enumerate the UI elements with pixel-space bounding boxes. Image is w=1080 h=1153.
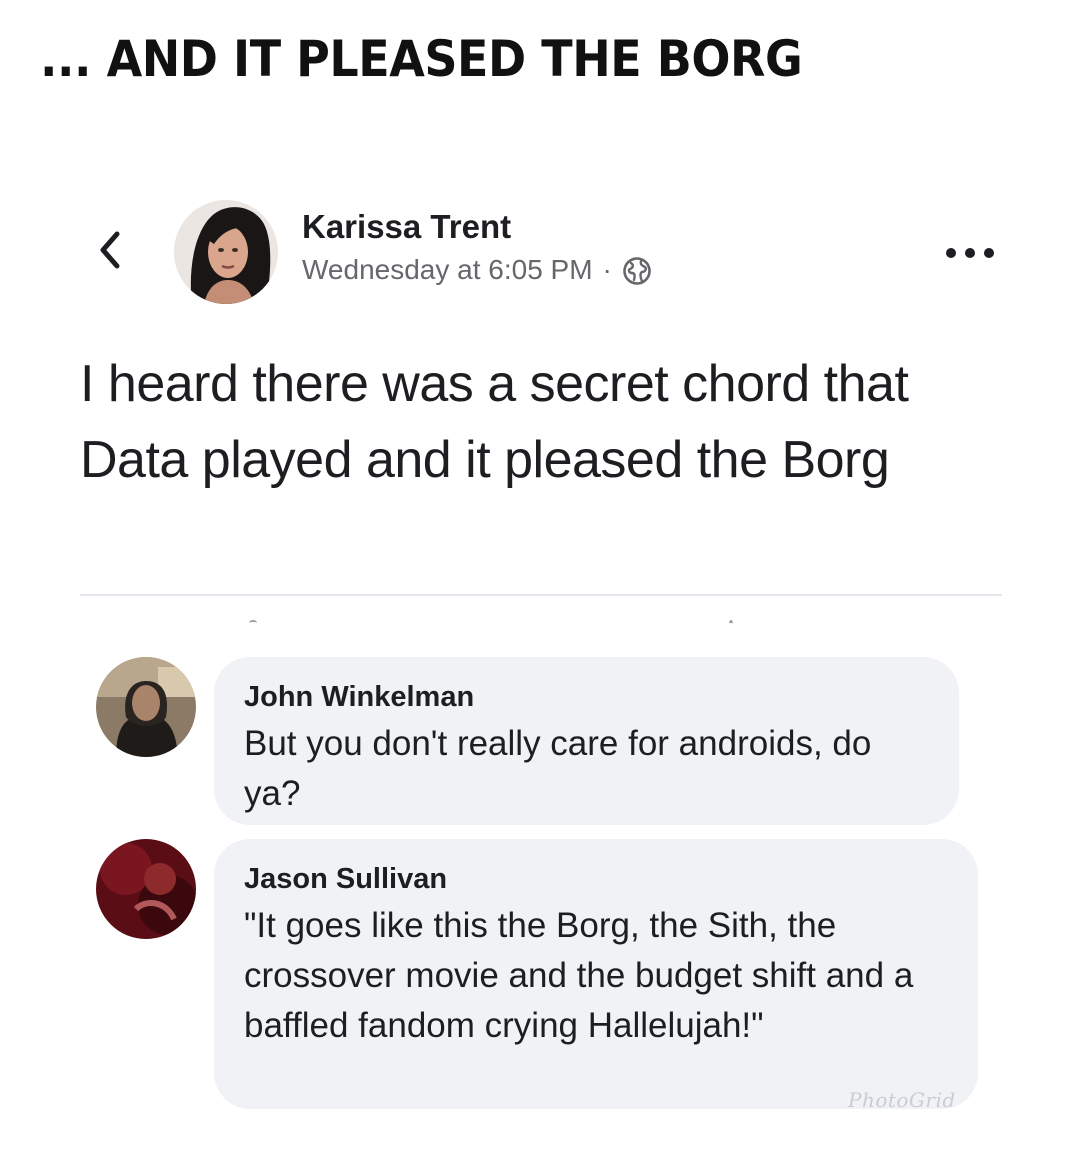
meta-separator: · xyxy=(602,254,612,285)
more-dot-icon xyxy=(984,248,994,258)
watermark: PhotoGrid xyxy=(848,1088,956,1112)
post-timestamp[interactable]: Wednesday at 6:05 PM xyxy=(302,254,593,286)
post-meta: Wednesday at 6:05 PM · xyxy=(302,254,652,286)
author-name[interactable]: Karissa Trent xyxy=(302,208,511,246)
comment-author[interactable]: John Winkelman xyxy=(244,679,929,715)
comment-bubble: John Winkelman But you don't really care… xyxy=(214,657,959,825)
author-avatar[interactable] xyxy=(174,200,278,304)
meme-title: ... AND IT PLEASED THE BORG xyxy=(40,30,803,88)
comment-avatar-jason[interactable] xyxy=(96,839,196,939)
comment-text: But you don't really care for androids, … xyxy=(244,724,872,813)
comment-author[interactable]: Jason Sullivan xyxy=(244,861,948,897)
author-avatar-image xyxy=(174,200,278,304)
back-button[interactable] xyxy=(90,228,130,272)
reaction-hint-mark xyxy=(729,620,733,627)
more-options-button[interactable] xyxy=(946,238,994,268)
comment-bubble: Jason Sullivan "It goes like this the Bo… xyxy=(214,839,978,1109)
comment-avatar-john[interactable] xyxy=(96,657,196,757)
more-dot-icon xyxy=(946,248,956,258)
post-text: I heard there was a secret chord that Da… xyxy=(80,355,909,489)
avatar-image xyxy=(96,657,196,757)
divider xyxy=(80,594,1002,596)
more-dot-icon xyxy=(965,248,975,258)
globe-icon xyxy=(622,256,652,286)
reaction-hint-mark xyxy=(249,620,257,626)
chevron-left-icon xyxy=(100,231,120,269)
avatar-image xyxy=(96,839,196,939)
comment-text: "It goes like this the Borg, the Sith, t… xyxy=(244,906,914,1045)
